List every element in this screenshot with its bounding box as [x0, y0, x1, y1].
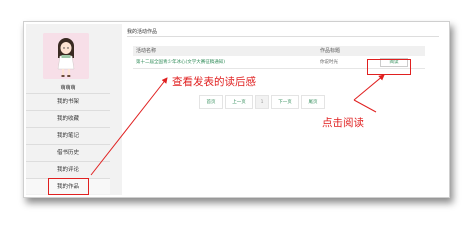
- read-button-highlight: [367, 59, 411, 75]
- annotation-click-read: 点击阅读: [322, 117, 364, 129]
- panel-title: 我的活动作品: [127, 27, 439, 37]
- column-header-activity: 活动名称: [136, 48, 157, 54]
- activity-link[interactable]: 第十二届全国青少年冰心(文学大赛征稿通知): [136, 57, 225, 69]
- next-page-button[interactable]: 下一页: [271, 95, 299, 109]
- sidebar-item-notes[interactable]: 我的笔记: [26, 127, 110, 143]
- work-title: 你说时光: [320, 60, 338, 65]
- sidebar-item-borrow-history[interactable]: 借书历史: [26, 144, 110, 160]
- first-page-button[interactable]: 首页: [199, 95, 223, 109]
- table-header: 活动名称 作品标题: [133, 46, 425, 56]
- main-panel: 我的活动作品 活动名称 作品标题 第十二届全国青少年冰心(文学大赛征稿通知) 你…: [123, 24, 443, 195]
- app-window: 萌萌萌 我的书架 我的收藏 我的笔记 借书历史 我的评论 我的作品 我的活动作品…: [23, 21, 450, 198]
- sidebar-item-comments[interactable]: 我的评论: [26, 161, 110, 177]
- column-header-title: 作品标题: [320, 48, 341, 54]
- prev-page-button[interactable]: 上一页: [225, 95, 253, 109]
- last-page-button[interactable]: 尾页: [301, 95, 325, 109]
- sidebar-item-bookshelf[interactable]: 我的书架: [26, 93, 110, 109]
- works-highlight: [48, 178, 89, 195]
- annotation-view-review: 查看发表的读后感: [172, 76, 256, 88]
- avatar: [43, 33, 89, 79]
- girl-avatar-icon: [43, 33, 89, 79]
- username: 萌萌萌: [60, 85, 76, 91]
- sidebar: 萌萌萌 我的书架 我的收藏 我的笔记 借书历史 我的评论 我的作品: [26, 24, 122, 195]
- current-page: 1: [255, 95, 269, 109]
- sidebar-item-favorites[interactable]: 我的收藏: [26, 110, 110, 126]
